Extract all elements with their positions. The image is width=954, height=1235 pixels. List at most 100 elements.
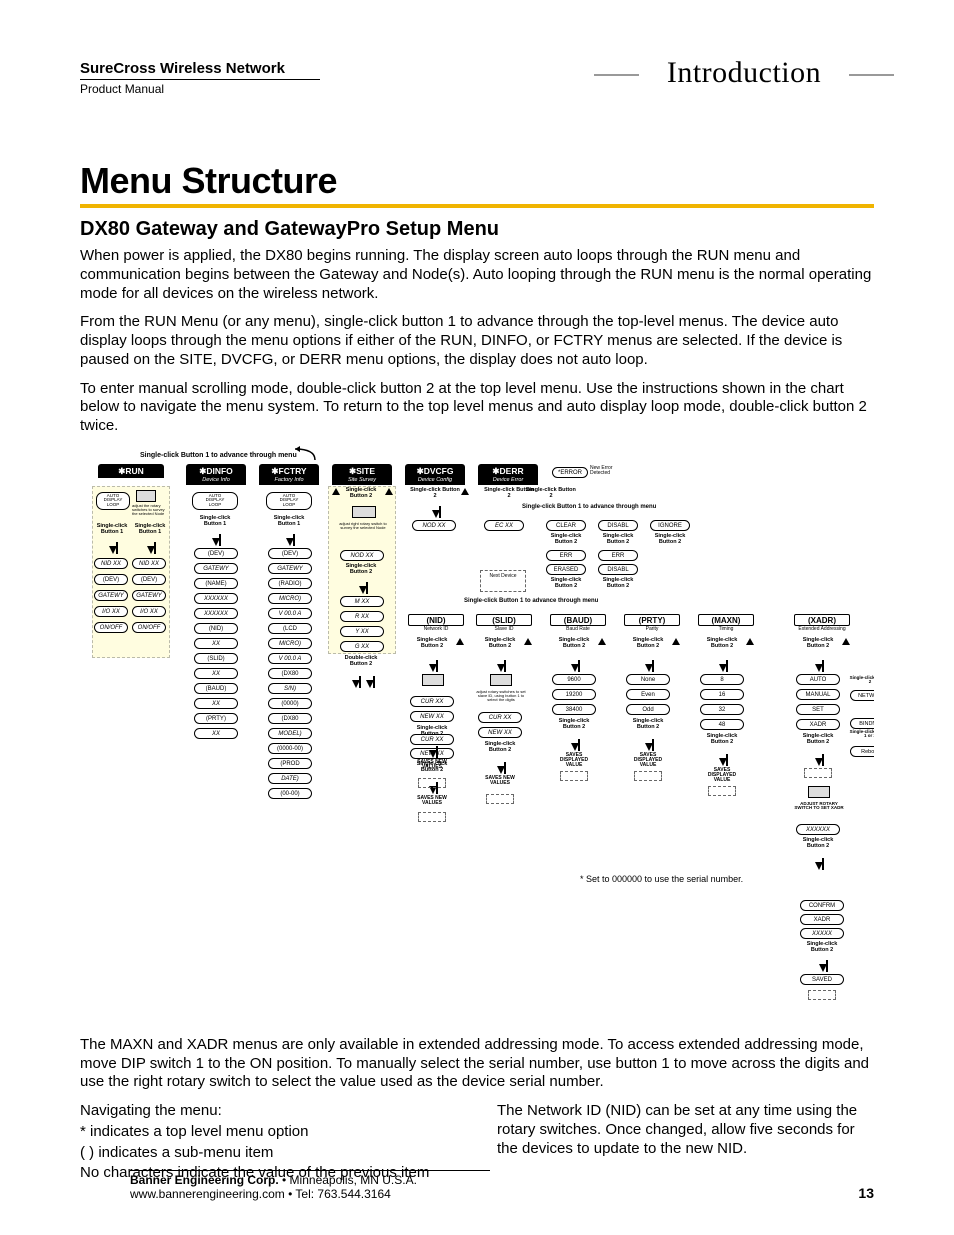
fctry-pill: V 00.0 A bbox=[268, 653, 312, 664]
run-pill: NID XX bbox=[132, 558, 166, 569]
arrow-icon bbox=[352, 680, 360, 688]
derr-advance: Single-click Button 1 to advance through… bbox=[522, 504, 682, 510]
dinfo-pill: (NID) bbox=[194, 623, 238, 634]
tri-icon bbox=[598, 638, 606, 645]
dvcfg-pill: AUTO bbox=[796, 674, 840, 685]
dvcfg-note: SAVES NEW VALUES bbox=[410, 760, 454, 771]
dvcfg-sc2b: Single-click Button 2 bbox=[700, 734, 744, 746]
tri-icon bbox=[842, 638, 850, 645]
page-header: SureCross Wireless Network Product Manua… bbox=[80, 60, 874, 120]
dinfo-pill: GATEWY bbox=[194, 563, 238, 574]
fctry-pill: GATEWY bbox=[268, 563, 312, 574]
site-pill: NOD XX bbox=[340, 550, 384, 561]
dvcfg-sc2: Single-click Button 2 bbox=[410, 488, 460, 500]
nav-line: * indicates a top level menu option bbox=[80, 1123, 457, 1142]
derr-sc2c: Single-click Button 2 bbox=[546, 534, 586, 546]
dvcfg-sc2: Single-click Button 2 bbox=[626, 638, 670, 650]
fctry-pill: MICRO) bbox=[268, 638, 312, 649]
doc-title: SureCross Wireless Network bbox=[80, 60, 320, 80]
dvcfg-advance: Single-click Button 1 to advance through… bbox=[464, 598, 624, 604]
footer-location: • Minneapolis, MN U.S.A. bbox=[279, 1173, 417, 1187]
arrow-icon bbox=[819, 964, 827, 972]
derr-erased: ERASED bbox=[546, 564, 586, 575]
site-sc2b: Single-click Button 2 bbox=[338, 564, 384, 576]
derr-sc2e: Single-click Button 2 bbox=[650, 534, 690, 546]
dvcfg-nod: NOD XX bbox=[412, 520, 456, 531]
menu-site: ✱SITE bbox=[332, 464, 392, 478]
dvcfg-pill: 38400 bbox=[552, 704, 596, 715]
site-pill: G XX bbox=[340, 641, 384, 652]
arrow-icon bbox=[366, 680, 374, 688]
dvcfg-col-header: (XADR) bbox=[794, 614, 850, 626]
run-pill: ON/OFF bbox=[94, 622, 128, 633]
fctry-autoloop: AUTODISPLAYLOOP bbox=[266, 492, 312, 510]
fctry-pill: DATE) bbox=[268, 773, 312, 784]
xadr-side-pill: BINDNG bbox=[850, 718, 874, 729]
arrow-icon bbox=[497, 664, 505, 672]
arrow-icon bbox=[645, 664, 653, 672]
rotary-icon bbox=[422, 674, 444, 686]
run-sc1-r: Single-click Button 1 bbox=[132, 524, 168, 536]
intro-para-1: When power is applied, the DX80 begins r… bbox=[80, 247, 874, 303]
xadr-sc2: Single-click Button 2 bbox=[796, 838, 840, 850]
dinfo-pill: XXXXXX bbox=[194, 593, 238, 604]
nav-line: ( ) indicates a sub-menu item bbox=[80, 1144, 457, 1163]
dvcfg-col-sub: Network ID bbox=[408, 627, 464, 632]
dvcfg-pill: NEW XX bbox=[410, 711, 454, 722]
dashbox bbox=[808, 990, 836, 1000]
dvcfg-sc2b: Single-click Button 2 bbox=[796, 734, 840, 746]
dvcfg-pill: NEW XX bbox=[478, 727, 522, 738]
menu-dinfo-sub: Device Info bbox=[186, 477, 246, 485]
tri-icon bbox=[385, 488, 393, 495]
dinfo-pill: XX bbox=[194, 668, 238, 679]
xadr-confrm: CONFRM bbox=[800, 900, 844, 911]
dvcfg-sc2b: Single-click Button 2 bbox=[410, 726, 454, 738]
menu-derr: ✱DERR bbox=[478, 464, 538, 478]
dvcfg-pill: CUR XX bbox=[478, 712, 522, 723]
dvcfg-pill: Even bbox=[626, 689, 670, 700]
dvcfg-note: SAVES DISPLAYED VALUE bbox=[700, 768, 744, 784]
menu-derr-sub: Device Error bbox=[478, 477, 538, 485]
dvcfg-note: SAVES DISPLAYED VALUE bbox=[552, 753, 596, 769]
menu-dvcfg: ✱DVCFG bbox=[405, 464, 465, 478]
dvcfg-pill: 19200 bbox=[552, 689, 596, 700]
dinfo-pill: (SLID) bbox=[194, 653, 238, 664]
arrow-icon bbox=[109, 546, 117, 554]
footer-rule bbox=[130, 1170, 490, 1171]
xadr-sc: Single-click Button 2 bbox=[848, 676, 874, 685]
fctry-pill: (RADIO) bbox=[268, 578, 312, 589]
footer-line-2: www.bannerengineering.com • Tel: 763.544… bbox=[130, 1187, 874, 1201]
tri-icon bbox=[456, 638, 464, 645]
dvcfg-sc2b: Single-click Button 2 bbox=[626, 719, 670, 731]
derr-error-text: New Error Detected bbox=[590, 466, 628, 477]
run-pill: (DEV) bbox=[94, 574, 128, 585]
menu-structure-diagram: Single-click Button 1 to advance through… bbox=[80, 446, 874, 1022]
dvcfg-pill: 32 bbox=[700, 704, 744, 715]
section-title: Introduction bbox=[637, 56, 851, 90]
dvcfg-pill: SET bbox=[796, 704, 840, 715]
derr-err2: ERR bbox=[598, 550, 638, 561]
site-pill: Y XX bbox=[340, 626, 384, 637]
fctry-pill: S/N) bbox=[268, 683, 312, 694]
dvcfg-sc2: Single-click Button 2 bbox=[796, 638, 840, 650]
derr-error: *ERROR bbox=[552, 467, 588, 478]
xadr-xadr2: XADR bbox=[800, 914, 844, 925]
top-instruction: Single-click Button 1 to advance through… bbox=[140, 452, 297, 459]
dvcfg-col-sub: Slave ID bbox=[476, 627, 532, 632]
fctry-pill: V 00.0 A bbox=[268, 608, 312, 619]
dvcfg-col-header: (BAUD) bbox=[550, 614, 606, 626]
dinfo-pill: (PRTY) bbox=[194, 713, 238, 724]
site-icon bbox=[352, 506, 376, 518]
arrow-icon bbox=[432, 510, 440, 518]
fctry-pill: (LCD bbox=[268, 623, 312, 634]
run-pill: ON/OFF bbox=[132, 622, 166, 633]
run-adjust: adjust the rotary switches to survey the… bbox=[132, 504, 168, 517]
derr-sc2g: Single-click Button 2 bbox=[598, 578, 638, 590]
arrow-icon bbox=[645, 743, 653, 751]
page-footer: Banner Engineering Corp. • Minneapolis, … bbox=[80, 1170, 874, 1201]
arrow-icon bbox=[212, 538, 220, 546]
arrow-icon bbox=[719, 664, 727, 672]
derr-err1: ERR bbox=[546, 550, 586, 561]
tri-icon bbox=[672, 638, 680, 645]
dinfo-sc1: Single-click Button 1 bbox=[192, 516, 238, 528]
